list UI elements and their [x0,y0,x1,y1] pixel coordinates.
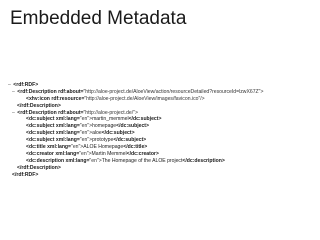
resource-attribute: rdf:resource= [51,95,85,102]
description-open-tag: <rdf:Description [17,88,57,95]
lang-attribute: xml:lang= [65,157,90,164]
rdf-open-tag: <rdf:RDF> [13,82,39,88]
lang-attribute: xml:lang= [55,150,80,157]
lang-value: "en"> [79,123,93,130]
creator-text: Martin Memmel [91,150,127,157]
lang-value: "en"> [79,137,93,144]
lang-attribute: xml:lang= [55,130,80,137]
creator-open-tag: <dc:creator [26,150,54,157]
lang-value: "en"> [79,130,93,137]
title-close-tag: </dc:title> [123,144,148,151]
description-close-tag: </rdf:Description> [17,102,61,109]
title-open-tag: <dc:title [26,144,46,151]
subject-open-tag: <dc:subject [26,116,55,123]
subject-open-tag: <dc:subject [26,130,55,137]
subject-open-tag: <dc:subject [26,137,55,144]
creator-close-tag: </dc:creator> [126,150,159,157]
subject-line: <dc:subject xml:lang="en">aloe</dc:subje… [8,130,318,137]
description-close-tag: </rdf:Description> [17,164,61,171]
subject-close-tag: </dc:subject> [116,123,149,130]
collapse-toggle[interactable]: – [8,82,12,88]
rdf-close-tag: </rdf:RDF> [12,171,39,178]
subject-text: prototype [92,137,114,144]
lang-attribute: xml:lang= [47,144,72,151]
about-value: "http://aloe-project.de/"> [83,109,138,116]
creator-line: <dc:creator xml:lang="en">Martin Memmel<… [8,151,318,158]
subject-open-tag: <dc:subject [26,123,55,130]
title-text: ALOE Homepage [83,144,124,151]
description-1-close-line: </rdf:Description> [8,103,318,110]
resource-value: "http://aloe-project.de/AloeView/images/… [84,95,205,102]
lang-value: "en"> [79,116,93,123]
subject-line: <dc:subject xml:lang="en">homepage</dc:s… [8,123,318,130]
lang-attribute: xml:lang= [55,123,80,130]
rdf-close-line: </rdf:RDF> [8,172,318,179]
xhv-icon-tag: <xhv:icon [26,95,50,102]
collapse-toggle[interactable]: – [12,89,16,95]
about-attribute: rdf:about= [58,109,84,116]
subject-line: <dc:subject xml:lang="en">prototype</dc:… [8,137,318,144]
subject-close-tag: </dc:subject> [101,130,135,137]
xhv-icon-line: <xhv:icon rdf:resource="http://aloe-proj… [8,96,318,103]
subject-close-tag: </dc:subject> [128,116,162,123]
subject-text: martin_memmel [92,116,129,123]
description-open-tag: <rdf:Description [17,109,57,116]
description-field-close-tag: </dc:description> [182,157,225,164]
slide-title: Embedded Metadata [10,8,187,29]
about-attribute: rdf:about= [58,88,84,95]
lang-attribute: xml:lang= [55,116,80,123]
subject-text: homepage [92,123,117,130]
subject-line: <dc:subject xml:lang="en">martin_memmel<… [8,116,318,123]
about-value: "http://aloe-project.de/AloeView/action/… [83,88,264,95]
lang-attribute: xml:lang= [55,137,80,144]
lang-value: "en"> [71,144,84,151]
description-1-open-line: – <rdf:Description rdf:about="http://alo… [8,89,318,96]
rdf-open-line: – <rdf:RDF> [8,82,318,89]
title-line: <dc:title xml:lang="en">ALOE Homepage</d… [8,144,318,151]
description-2-close-line: </rdf:Description> [8,165,318,172]
description-text: The Homepage of the ALOE project [101,157,183,164]
description-2-open-line: – <rdf:Description rdf:about="http://alo… [8,110,318,117]
lang-value: "en"> [89,157,102,164]
subject-text: aloe [92,130,102,137]
description-field-open-tag: <dc:description [26,157,65,164]
subject-close-tag: </dc:subject> [113,137,147,144]
description-line: <dc:description xml:lang="en">The Homepa… [8,158,318,165]
xml-tree-view: – <rdf:RDF> – <rdf:Description rdf:about… [8,82,318,178]
lang-value: "en"> [79,150,92,157]
collapse-toggle[interactable]: – [12,110,16,116]
